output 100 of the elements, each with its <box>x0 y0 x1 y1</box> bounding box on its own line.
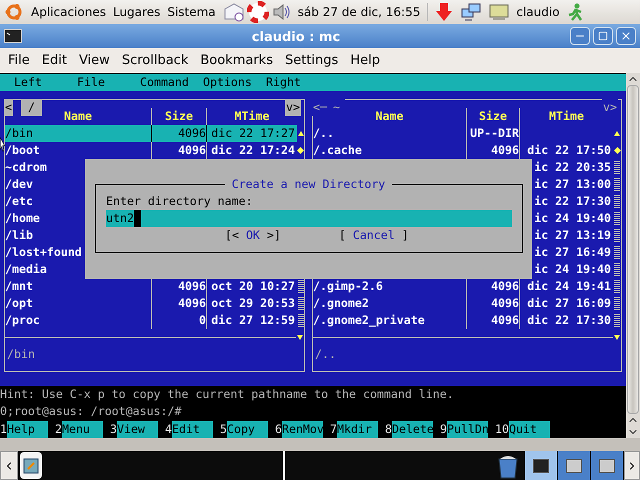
function-key[interactable]: Edit <box>172 421 213 438</box>
logo-icon[interactable] <box>4 2 24 22</box>
maximize-button[interactable] <box>593 27 613 45</box>
field-label: Enter directory name: <box>106 194 253 208</box>
mc-menu-item[interactable]: File <box>77 74 140 91</box>
scroll-up-icon[interactable] <box>298 131 304 136</box>
file-name: /.gnome2_private <box>313 313 425 327</box>
dialog-button[interactable]: [ Cancel ] <box>338 227 409 244</box>
key-number: 5 <box>220 421 227 438</box>
scroll-track-icon <box>614 195 620 208</box>
scroll-track-icon <box>298 297 304 310</box>
file-name: /mnt <box>5 279 33 293</box>
function-key[interactable]: Help <box>6 421 48 438</box>
clock[interactable]: sáb 27 de dic, 16:55 <box>298 3 420 21</box>
file-size: 0 <box>199 313 206 327</box>
file-mtime: oct 20 10:27 <box>211 279 295 293</box>
dialog-title: Create a new Directory <box>224 176 392 193</box>
minimize-button[interactable] <box>570 27 590 45</box>
panel-menu[interactable]: Sistema <box>167 3 216 21</box>
menu-item[interactable]: Scrollback <box>116 50 194 70</box>
window-icon <box>599 458 615 472</box>
scroll-up-icon[interactable] <box>614 131 620 136</box>
menu-item[interactable]: Settings <box>278 50 344 70</box>
panel-separator <box>283 451 285 480</box>
terminal-icon[interactable] <box>4 29 22 43</box>
close-button[interactable] <box>616 27 636 45</box>
user-name[interactable]: claudio <box>516 3 560 21</box>
menu-item[interactable]: Bookmarks <box>194 50 279 70</box>
name-column-header: Name <box>63 108 93 125</box>
key-number: 6 <box>275 421 282 438</box>
panel-left-marker[interactable]: < <box>4 99 13 116</box>
speaker-icon[interactable] <box>270 2 291 22</box>
scroll-track-icon <box>614 161 620 174</box>
file-name: /.. <box>313 126 334 140</box>
menu-item[interactable]: Help <box>344 50 386 70</box>
scroll-right-button[interactable] <box>624 451 640 480</box>
command-prompt: 0;root@asus: /root@asus:/# <box>0 404 182 418</box>
panel-menu[interactable]: Aplicaciones <box>31 3 106 21</box>
scroll-track-icon <box>298 280 304 293</box>
mc-menu-item[interactable]: Right <box>266 74 329 91</box>
file-name: /boot <box>5 143 40 157</box>
menu-item[interactable]: View <box>72 50 116 70</box>
file-row[interactable]: /.gnome2 4096 dic 27 16:09 <box>313 295 613 312</box>
file-name: /.gnome2 <box>313 296 369 310</box>
function-key[interactable]: Menu <box>62 421 103 438</box>
close-icon <box>620 30 632 42</box>
file-mtime: dic 27 16:09 <box>527 296 611 310</box>
app-icon[interactable] <box>20 452 42 479</box>
file-mtime: dic 22 17:50 <box>527 143 611 157</box>
file-mtime: dic 22 17:24 <box>211 143 295 157</box>
function-key[interactable]: View <box>116 421 158 438</box>
scroll-track-icon <box>614 263 620 276</box>
scroll-down-icon[interactable] <box>297 335 303 340</box>
file-row[interactable]: /.. UP--DIR <box>313 125 613 142</box>
menu-item[interactable]: Edit <box>36 50 73 70</box>
dialog-button[interactable]: [< OK >] <box>225 227 281 244</box>
running-figure-icon[interactable] <box>566 3 583 21</box>
file-row[interactable]: /.gnome2_private 4096 dic 22 17:30 <box>313 312 613 329</box>
mail-icon[interactable] <box>222 2 245 22</box>
key-number: 1 <box>0 421 7 438</box>
file-size: 4096 <box>178 296 206 310</box>
scroll-thumb-icon[interactable] <box>297 147 304 154</box>
file-size: 4096 <box>178 143 206 157</box>
panel-left-marker[interactable]: <─ <box>312 99 328 116</box>
function-key[interactable]: PullDn <box>446 421 488 438</box>
panel-menu[interactable]: Lugares <box>112 3 160 21</box>
help-icon[interactable] <box>246 1 269 23</box>
file-row[interactable]: /proc 0 dic 27 12:59 <box>5 312 297 329</box>
file-size: 4096 <box>491 313 519 327</box>
scroll-down-icon[interactable] <box>614 335 620 340</box>
mc-menu-item[interactable]: Left <box>14 74 77 91</box>
name-column-header: Name <box>374 108 404 125</box>
mc-menu-item[interactable]: Command <box>140 74 203 91</box>
scroll-track-icon <box>614 212 620 225</box>
function-key[interactable]: Copy <box>226 421 268 438</box>
mini-status: /.. <box>315 347 336 361</box>
scroll-thumb-icon[interactable] <box>614 147 620 154</box>
scroll-track-icon <box>614 178 620 191</box>
file-row[interactable]: /bin 4096 dic 22 17:27 <box>5 125 297 142</box>
function-key[interactable]: RenMov <box>282 421 323 438</box>
input-field[interactable]: utn2 <box>106 210 512 227</box>
download-arrow-icon[interactable] <box>435 2 454 22</box>
window-button[interactable] <box>591 451 623 480</box>
file-name: /bin <box>5 126 33 140</box>
menu-item[interactable]: File <box>2 50 36 70</box>
window-button[interactable] <box>558 451 590 480</box>
key-number: 4 <box>165 421 172 438</box>
function-key[interactable]: Mkdir <box>336 421 378 438</box>
mini-status: /bin <box>7 347 35 361</box>
function-key[interactable]: Quit <box>508 421 550 438</box>
file-size: 4096 <box>178 126 206 140</box>
file-row[interactable]: /opt 4096 oct 29 20:53 <box>5 295 297 312</box>
window-button[interactable] <box>525 451 557 480</box>
display-icon[interactable] <box>489 3 510 21</box>
scrollbar-thumb[interactable] <box>627 85 639 414</box>
mc-menu-item[interactable]: Options <box>203 74 266 91</box>
function-key[interactable]: Delete <box>392 421 433 438</box>
scrollbar[interactable] <box>626 73 640 438</box>
network-icon[interactable] <box>460 2 482 22</box>
file-name: /.gimp-2.6 <box>313 279 383 293</box>
